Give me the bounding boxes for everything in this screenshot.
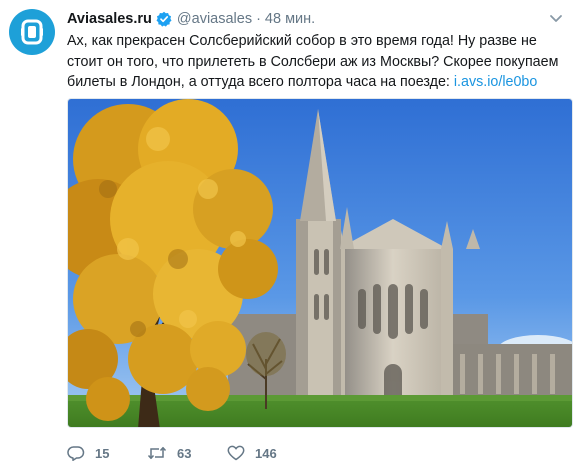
timestamp[interactable]: 48 мин. — [265, 11, 315, 27]
tweet-link[interactable]: i.avs.io/le0bo — [454, 74, 537, 90]
retweet-icon — [147, 446, 167, 460]
author-name[interactable]: Aviasales.ru — [67, 11, 152, 27]
reply-icon — [67, 446, 85, 461]
like-count: 146 — [255, 445, 277, 461]
separator-dot: · — [256, 11, 261, 27]
heart-icon — [227, 445, 245, 461]
tweet-actions: 15 63 146 — [67, 443, 307, 463]
tweet-photo[interactable] — [67, 98, 573, 428]
reply-count: 15 — [95, 445, 110, 461]
salisbury-cathedral-photo — [68, 99, 572, 427]
avatar[interactable] — [9, 9, 55, 55]
reply-button[interactable]: 15 — [67, 445, 147, 461]
author-handle[interactable]: @aviasales — [177, 11, 252, 27]
tweet-card: Aviasales.ru @aviasales · 48 мин. Ах, ка… — [0, 0, 579, 467]
tweet-text: Ах, как прекрасен Солсберийский собор в … — [67, 31, 567, 93]
like-button[interactable]: 146 — [227, 445, 307, 461]
verified-badge-icon — [156, 11, 172, 27]
chevron-down-icon[interactable] — [549, 11, 563, 29]
aviasales-logo-icon — [21, 19, 43, 45]
tweet-header: Aviasales.ru @aviasales · 48 мин. — [67, 9, 315, 29]
retweet-count: 63 — [177, 445, 192, 461]
retweet-button[interactable]: 63 — [147, 445, 227, 461]
